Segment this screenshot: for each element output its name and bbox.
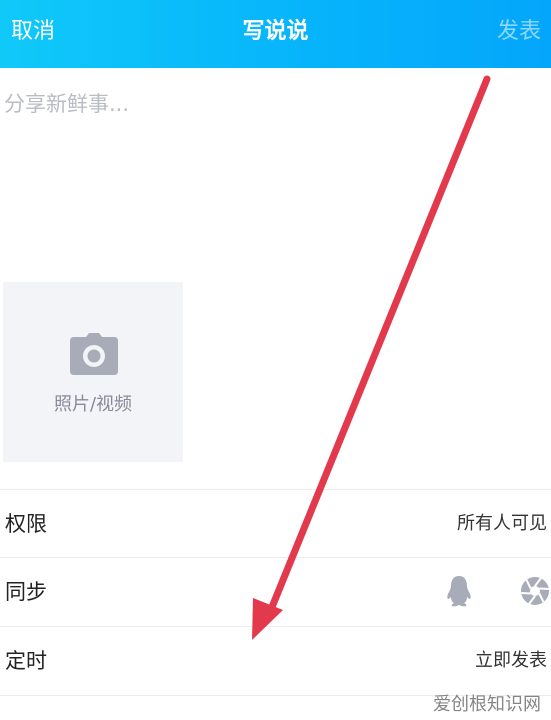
schedule-row[interactable]: 定时 立即发表 — [0, 627, 551, 693]
permission-row[interactable]: 权限 所有人可见 — [0, 490, 551, 556]
sync-row[interactable]: 同步 — [0, 558, 551, 624]
permission-value: 所有人可见 — [457, 513, 547, 534]
schedule-value: 立即发表 — [475, 650, 547, 671]
sync-targets — [441, 573, 551, 609]
compose-screen: 取消 写说说 发表 照片/视频 权限 所有人可见 同步 — [0, 0, 551, 720]
top-bar: 取消 写说说 发表 — [0, 0, 551, 68]
permission-label: 权限 — [5, 512, 47, 536]
compose-input[interactable] — [0, 68, 551, 278]
camera-icon — [70, 333, 118, 375]
qq-penguin-icon[interactable] — [446, 575, 472, 607]
aperture-icon[interactable] — [520, 576, 550, 606]
add-media-label: 照片/视频 — [53, 394, 133, 415]
page-title: 写说说 — [242, 19, 309, 44]
publish-button[interactable]: 发表 — [497, 17, 541, 47]
add-media-button[interactable]: 照片/视频 — [3, 282, 183, 462]
watermark: 爱创根知识网 — [433, 694, 541, 715]
sync-label: 同步 — [5, 580, 47, 604]
schedule-label: 定时 — [5, 649, 47, 673]
